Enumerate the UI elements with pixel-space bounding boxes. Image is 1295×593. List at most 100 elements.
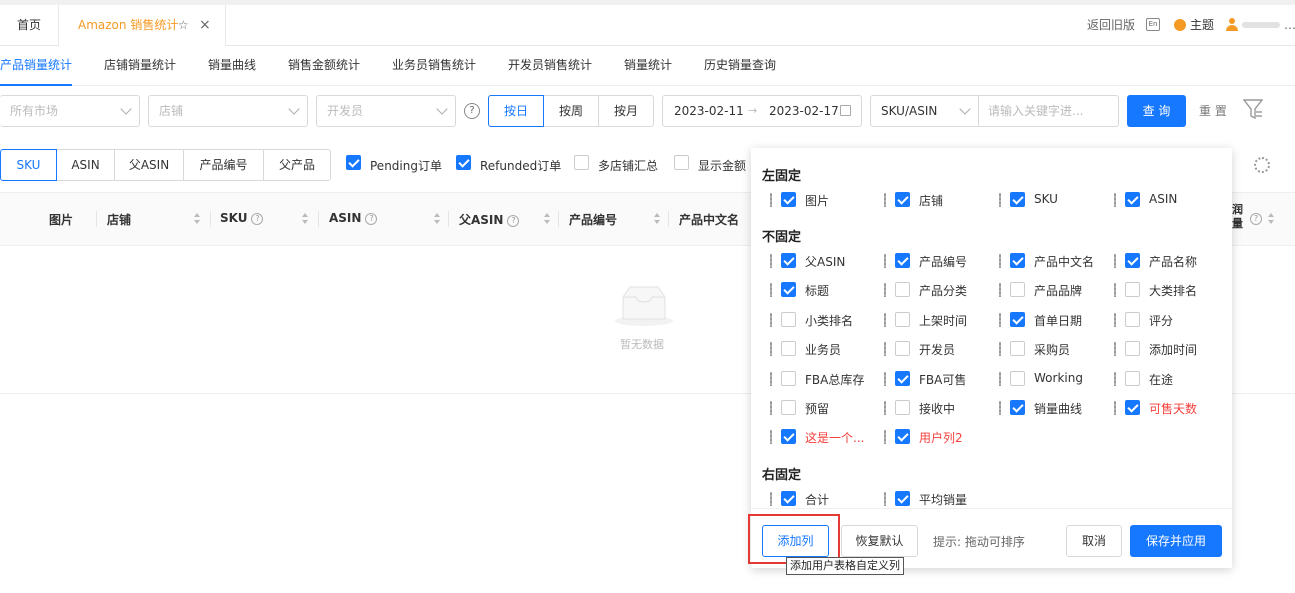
column-checkbox[interactable]: [1125, 253, 1140, 268]
theme-button[interactable]: 主题: [1190, 5, 1214, 46]
developer-select[interactable]: 开发员: [316, 95, 456, 127]
period-day[interactable]: 按日: [488, 95, 544, 127]
drag-handle-icon[interactable]: [1114, 283, 1116, 298]
period-week[interactable]: 按周: [543, 95, 599, 127]
sort-icon[interactable]: [302, 213, 308, 225]
column-checkbox[interactable]: [781, 400, 796, 415]
subtab-salesman-sales[interactable]: 业务员销售统计: [392, 46, 476, 86]
drag-handle-icon[interactable]: [884, 492, 886, 506]
column-checkbox[interactable]: [1125, 341, 1140, 357]
drag-handle-icon[interactable]: [999, 193, 1001, 207]
type-sku[interactable]: SKU: [0, 149, 57, 181]
column-divider[interactable]: [448, 211, 449, 227]
column-checkbox[interactable]: [895, 253, 910, 268]
drag-handle-icon[interactable]: [770, 492, 772, 506]
column-checkbox[interactable]: [1125, 370, 1140, 386]
drag-handle-icon[interactable]: [884, 371, 886, 386]
column-checkbox[interactable]: [781, 491, 796, 506]
column-option[interactable]: FBA可售: [884, 370, 994, 388]
sort-icon[interactable]: [544, 213, 550, 225]
drag-handle-icon[interactable]: [1114, 342, 1116, 357]
drag-handle-icon[interactable]: [999, 401, 1001, 415]
column-checkbox[interactable]: [895, 282, 910, 298]
drag-handle-icon[interactable]: [770, 371, 772, 386]
column-divider[interactable]: [96, 211, 97, 227]
back-to-old-link[interactable]: 返回旧版: [1087, 5, 1135, 46]
filter-settings-icon[interactable]: [1243, 98, 1263, 122]
more-icon[interactable]: …: [1284, 5, 1295, 46]
star-icon[interactable]: ☆: [178, 5, 189, 46]
drag-handle-icon[interactable]: [884, 401, 886, 415]
drag-handle-icon[interactable]: [770, 193, 772, 207]
type-product-code[interactable]: 产品编号: [183, 149, 264, 181]
drag-handle-icon[interactable]: [884, 283, 886, 298]
subtab-sales-amount[interactable]: 销售金额统计: [288, 46, 360, 86]
drag-handle-icon[interactable]: [770, 312, 772, 327]
column-option[interactable]: FBA总库存: [770, 370, 880, 388]
column-checkbox[interactable]: [1010, 282, 1025, 298]
column-checkbox[interactable]: [1010, 253, 1025, 268]
search-type-select[interactable]: SKU/ASIN: [870, 95, 979, 127]
help-icon[interactable]: ?: [507, 214, 520, 227]
palette-icon[interactable]: [1174, 19, 1186, 31]
shop-select[interactable]: 店铺: [148, 95, 308, 127]
column-checkbox[interactable]: [895, 311, 910, 327]
column-checkbox[interactable]: [1125, 282, 1140, 298]
column-checkbox[interactable]: [895, 341, 910, 357]
column-checkbox[interactable]: [781, 282, 796, 298]
gear-icon[interactable]: [1254, 157, 1270, 173]
column-option[interactable]: 产品编号: [884, 252, 994, 270]
column-checkbox[interactable]: [781, 253, 796, 268]
cancel-button[interactable]: 取消: [1066, 525, 1122, 557]
column-option[interactable]: 添加时间: [1114, 340, 1224, 358]
drag-handle-icon[interactable]: [1114, 254, 1116, 268]
column-option[interactable]: Working: [999, 370, 1109, 388]
column-option[interactable]: 开发员: [884, 340, 994, 358]
column-checkbox[interactable]: [895, 491, 910, 506]
column-checkbox[interactable]: [1010, 341, 1025, 357]
refunded-checkbox[interactable]: [456, 155, 471, 170]
column-option[interactable]: 图片: [770, 191, 880, 209]
column-option[interactable]: 小类排名: [770, 311, 880, 329]
pending-checkbox[interactable]: [346, 155, 361, 170]
help-icon[interactable]: ?: [365, 212, 378, 225]
column-option[interactable]: 销量曲线: [999, 399, 1109, 417]
column-checkbox[interactable]: [781, 192, 796, 207]
drag-handle-icon[interactable]: [770, 401, 772, 415]
column-option[interactable]: 上架时间: [884, 311, 994, 329]
column-option[interactable]: 可售天数: [1114, 399, 1224, 417]
date-range-picker[interactable]: 2023-02-11 → 2023-02-17: [662, 95, 862, 127]
drag-handle-icon[interactable]: [884, 193, 886, 207]
column-divider[interactable]: [210, 211, 211, 227]
sort-icon[interactable]: [654, 213, 660, 225]
column-option[interactable]: ASIN: [1114, 191, 1224, 209]
save-apply-button[interactable]: 保存并应用: [1130, 525, 1222, 557]
user-icon[interactable]: [1226, 18, 1238, 31]
column-option[interactable]: 产品品牌: [999, 281, 1109, 299]
show-amount-checkbox[interactable]: [674, 155, 689, 170]
type-parent-product[interactable]: 父产品: [263, 149, 331, 181]
drag-handle-icon[interactable]: [999, 342, 1001, 357]
subtab-history-sales[interactable]: 历史销量查询: [704, 46, 776, 86]
drag-handle-icon[interactable]: [999, 371, 1001, 386]
drag-handle-icon[interactable]: [884, 312, 886, 327]
period-month[interactable]: 按月: [598, 95, 654, 127]
column-checkbox[interactable]: [781, 370, 796, 386]
drag-handle-icon[interactable]: [884, 254, 886, 268]
column-option[interactable]: 在途: [1114, 370, 1224, 388]
column-checkbox[interactable]: [1010, 192, 1025, 207]
subtab-sales-volume[interactable]: 销量统计: [624, 46, 672, 86]
drag-handle-icon[interactable]: [1114, 371, 1116, 386]
column-checkbox[interactable]: [1125, 400, 1140, 415]
drag-handle-icon[interactable]: [770, 254, 772, 268]
column-option[interactable]: 评分: [1114, 311, 1224, 329]
column-option[interactable]: 产品分类: [884, 281, 994, 299]
multi-shop-checkbox[interactable]: [574, 155, 589, 170]
keyword-input[interactable]: 请输入关键字进...: [978, 95, 1119, 127]
column-divider[interactable]: [318, 211, 319, 227]
column-checkbox[interactable]: [1010, 400, 1025, 415]
column-checkbox[interactable]: [1125, 192, 1140, 207]
sort-icon[interactable]: [1268, 213, 1274, 225]
column-option[interactable]: 首单日期: [999, 311, 1109, 329]
drag-handle-icon[interactable]: [1114, 401, 1116, 415]
